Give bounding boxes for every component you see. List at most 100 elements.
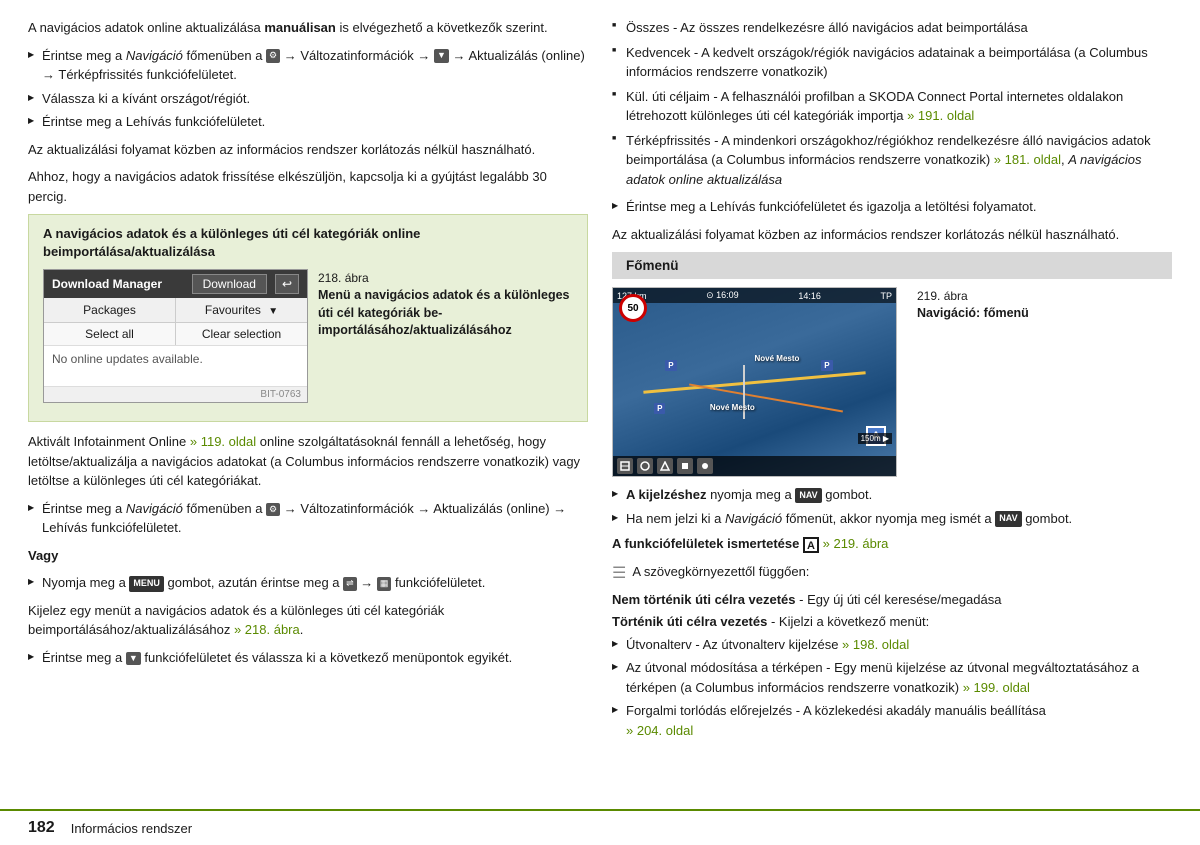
fig218-caption: 218. ábra Menü a navigácios adatok és a … bbox=[318, 269, 573, 340]
link-181[interactable]: » 181. oldal bbox=[994, 152, 1061, 167]
download-manager: Download Manager Download ↩ Packages Fav… bbox=[43, 269, 308, 403]
footer-page-num: 182 bbox=[28, 819, 55, 837]
right-bullet-3: Kül. úti céljaim - A felhasználói profil… bbox=[612, 87, 1172, 126]
dropdown-arrow-icon: ▼ bbox=[268, 306, 278, 317]
left-para5: Kijelez egy menüt a navigácios adatok és… bbox=[28, 601, 588, 640]
nav-clock-display: 14:16 bbox=[798, 291, 821, 301]
dm-tab-packages[interactable]: Packages bbox=[44, 298, 176, 322]
link-219[interactable]: » 219. ábra bbox=[823, 536, 889, 551]
context-icon: ☰ bbox=[612, 562, 626, 586]
section-box-gray: Főmenü bbox=[612, 252, 1172, 279]
link-218[interactable]: » 218. ábra bbox=[234, 622, 300, 637]
right-para1: Az aktualizálási folyamat közben az info… bbox=[612, 225, 1172, 245]
dm-download-button[interactable]: Download bbox=[192, 274, 267, 294]
nem-line: Nem történik úti célra vezetés - Egy új … bbox=[612, 590, 1172, 610]
nav-icon-4[interactable] bbox=[677, 458, 693, 474]
left-para4: Aktivált Infotainment Online » 119. olda… bbox=[28, 432, 588, 491]
left-bullet-5: Nyomja meg a MENU gombot, azután érintse… bbox=[28, 573, 588, 593]
dm-tab-favourites[interactable]: Favourites ▼ bbox=[176, 298, 307, 322]
link-119[interactable]: » 119. oldal bbox=[190, 434, 256, 449]
nav-roads: P P P Nové Mesto Nové Mesto bbox=[643, 338, 866, 446]
left-bullet-6: Érintse meg a ▼ funkciófelületet és vála… bbox=[28, 648, 588, 668]
nav-time-display: ⊙ 16:09 bbox=[706, 290, 739, 301]
sub-bullet-list: Útvonalterv - Az útvonalterv kijelzése »… bbox=[612, 635, 1172, 741]
nav-bullet-list: A kijelzéshez nyomja meg a NAV gombot. H… bbox=[612, 485, 1172, 528]
arrow-icon: ▼ bbox=[434, 49, 449, 63]
nav-speed-badge: 50 bbox=[619, 294, 647, 322]
nav-icon-3[interactable] bbox=[657, 458, 673, 474]
dm-back-button[interactable]: ↩ bbox=[275, 274, 299, 294]
bold-manually: manuálisan bbox=[264, 20, 336, 35]
sub-bullet-3: Forgalmi torlódás előrejelzés - A közlek… bbox=[612, 701, 1172, 740]
footer-bar: 182 Informácios rendszer bbox=[0, 809, 1200, 845]
dm-bit-label: BIT-0763 bbox=[44, 386, 307, 402]
left-bullet-list-3: Nyomja meg a MENU gombot, azután érintse… bbox=[28, 573, 588, 593]
link-204[interactable]: » 204. oldal bbox=[626, 723, 693, 738]
fig218-num: 218. ábra bbox=[318, 269, 573, 287]
dm-header: Download Manager Download ↩ bbox=[44, 270, 307, 298]
map-label-2: Nové Mesto bbox=[710, 403, 755, 412]
nem-rest: - Egy új úti cél keresése/megadása bbox=[796, 592, 1002, 607]
nav-bullet-2: Ha nem jelzi ki a Navigáció főmenüt, akk… bbox=[612, 509, 1172, 529]
nav-top-bar: 127 km ⊙ 16:09 14:16 TP bbox=[613, 288, 896, 303]
nav-btn-2: NAV bbox=[995, 511, 1021, 527]
nav-map-bg: 127 km ⊙ 16:09 14:16 TP 50 bbox=[613, 288, 896, 476]
link-199[interactable]: » 199. oldal bbox=[963, 680, 1030, 695]
clear-selection-action[interactable]: Clear selection bbox=[176, 323, 307, 345]
link-198[interactable]: » 198. oldal bbox=[842, 637, 909, 652]
fig219-caption: 219. ábra Navigáció: főmenü bbox=[907, 287, 1029, 323]
settings-icon: ⚙ bbox=[266, 49, 280, 63]
p-badge-3: P bbox=[654, 403, 665, 414]
nav-bullet-1: A kijelzéshez nyomja meg a NAV gombot. bbox=[612, 485, 1172, 505]
tort-line: Történik úti célra vezetés - Kijelzi a k… bbox=[612, 612, 1172, 632]
nav-map-image: 127 km ⊙ 16:09 14:16 TP 50 bbox=[612, 287, 897, 477]
nav-icon-1[interactable] bbox=[617, 458, 633, 474]
left-para2: Az aktualizálási folyamat közben az info… bbox=[28, 140, 588, 160]
figure-box-219: 127 km ⊙ 16:09 14:16 TP 50 bbox=[612, 287, 1172, 477]
section-gray-title: Főmenü bbox=[626, 258, 679, 273]
menu-btn-icon: MENU bbox=[129, 576, 164, 592]
context-label: A szövegkörnyezettől függően: bbox=[632, 562, 809, 582]
right-bullet-4: Térképfrissités - A mindenkori országokh… bbox=[612, 131, 1172, 190]
left-bullet-3: Érintse meg a Lehívás funkciófelületet. bbox=[28, 112, 588, 132]
section-box-main: A navigácios adatok és a különleges úti … bbox=[28, 214, 588, 422]
right-bullet-list-2: Érintse meg a Lehívás funkciófelületet é… bbox=[612, 197, 1172, 217]
wifi-icon: ⇌ bbox=[343, 577, 357, 591]
nav-icon-5[interactable] bbox=[697, 458, 713, 474]
sub-bullet-2: Az útvonal módosítása a térképen - Egy m… bbox=[612, 658, 1172, 697]
select-all-action[interactable]: Select all bbox=[44, 323, 176, 345]
nav-icon-2[interactable] bbox=[637, 458, 653, 474]
right-bullet-5: Érintse meg a Lehívás funkciófelületet é… bbox=[612, 197, 1172, 217]
left-column: A navigácios adatok online aktualizálása… bbox=[28, 18, 588, 795]
nav-btn-1: NAV bbox=[795, 488, 821, 504]
context-icon-row: ☰ A szövegkörnyezettől függően: bbox=[612, 562, 1172, 586]
bit-219-label: BIT-0682 bbox=[613, 476, 896, 477]
dm-title: Download Manager bbox=[52, 277, 184, 291]
left-vagy: Vagy bbox=[28, 546, 588, 566]
left-para1: A navigácios adatok online aktualizálása… bbox=[28, 18, 588, 38]
p-badge-1: P bbox=[665, 360, 676, 371]
right-bullet-list-1: Összes - Az összes rendelkezésre álló na… bbox=[612, 18, 1172, 189]
fig219-desc: Navigáció: főmenü bbox=[917, 305, 1029, 323]
right-bullet-1: Összes - Az összes rendelkezésre álló na… bbox=[612, 18, 1172, 38]
left-bullet-1: Érintse meg a Navigáció főmenüben a ⚙ → … bbox=[28, 46, 588, 85]
left-bullet-list-1: Érintse meg a Navigáció főmenüben a ⚙ → … bbox=[28, 46, 588, 132]
footer-text: Informácios rendszer bbox=[71, 821, 192, 836]
p-badge-2: P bbox=[821, 360, 832, 371]
left-para3: Ahhoz, hogy a navigácios adatok frissíté… bbox=[28, 167, 588, 206]
box-a-marker: A bbox=[803, 537, 819, 553]
fig218-desc: Menü a navigácios adatok és a különleges… bbox=[318, 287, 573, 340]
content-area: A navigácios adatok online aktualizálása… bbox=[0, 0, 1200, 805]
grid-icon: ▦ bbox=[377, 577, 392, 591]
settings2-icon: ⚙ bbox=[266, 503, 280, 517]
dm-actions: Select all Clear selection bbox=[44, 323, 307, 346]
left-bullet-4: Érintse meg a Navigáció főmenüben a ⚙ → … bbox=[28, 499, 588, 538]
map-label-1: Nové Mesto bbox=[755, 354, 800, 363]
dm-screenshot: Download Manager Download ↩ Packages Fav… bbox=[43, 269, 308, 411]
left-bullet-2: Válassza ki a kívánt országot/régiót. bbox=[28, 89, 588, 109]
figure-box-218: Download Manager Download ↩ Packages Fav… bbox=[43, 269, 573, 411]
link-191[interactable]: » 191. oldal bbox=[907, 108, 974, 123]
fig219-num: 219. ábra bbox=[917, 287, 1029, 305]
dm-content: No online updates available. bbox=[44, 346, 307, 386]
func-title: A funkciófelületek ismertetése A » 219. … bbox=[612, 534, 1172, 554]
